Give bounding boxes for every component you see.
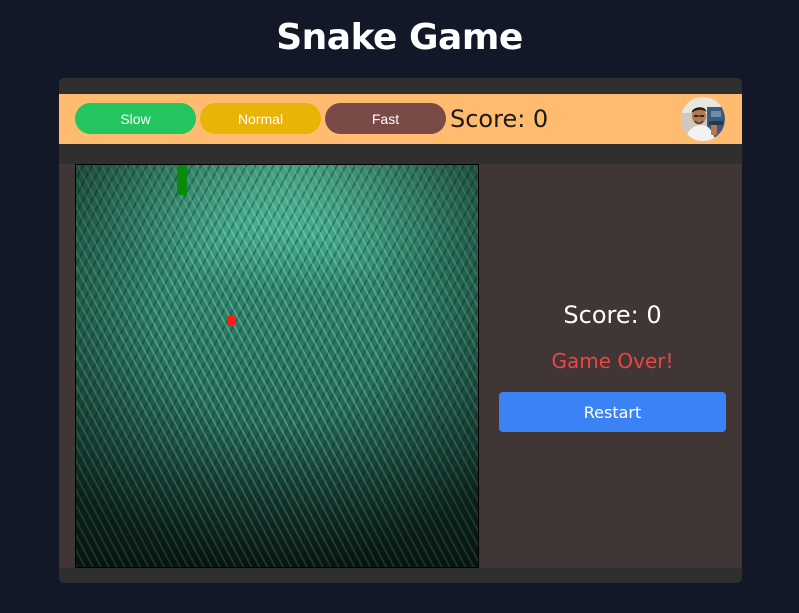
page-title: Snake Game — [276, 17, 523, 58]
avatar[interactable] — [681, 97, 725, 141]
game-panel: Slow Normal Fast Score: 0 Score: 0 Game … — [59, 78, 742, 583]
user-photo-avatar-icon — [681, 97, 725, 141]
game-area: Score: 0 Game Over! Restart — [59, 164, 742, 568]
restart-button[interactable]: Restart — [499, 392, 726, 432]
speed-toolbar: Slow Normal Fast Score: 0 — [59, 94, 742, 144]
game-over-message: Game Over! — [551, 349, 674, 373]
speed-slow-button[interactable]: Slow — [75, 103, 196, 134]
speed-normal-button[interactable]: Normal — [200, 103, 321, 134]
snake — [177, 165, 187, 195]
food — [227, 316, 236, 325]
speed-fast-button[interactable]: Fast — [325, 103, 446, 134]
game-board[interactable] — [75, 164, 479, 568]
toolbar-score: Score: 0 — [450, 105, 549, 133]
score-display: Score: 0 — [563, 301, 662, 329]
